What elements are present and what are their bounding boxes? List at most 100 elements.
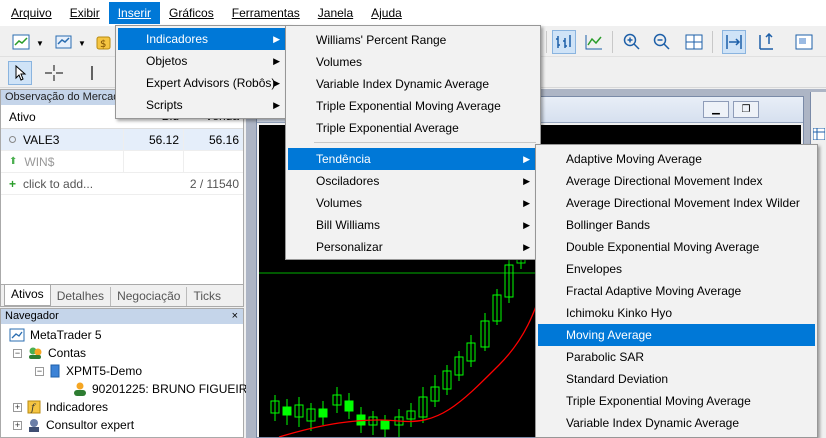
profiles-icon[interactable] — [52, 30, 76, 54]
svg-text:$: $ — [100, 39, 106, 50]
expert-advisor-icon — [29, 419, 39, 432]
menu-item-expert-advisors[interactable]: Expert Advisors (Robôs) ▶ — [118, 72, 288, 94]
menu-item-scripts[interactable]: Scripts ▶ — [118, 94, 288, 116]
status-dot-icon — [9, 136, 16, 143]
ask-value — [183, 151, 243, 172]
symbol-name: WIN$ — [24, 154, 55, 169]
market-icon[interactable]: $ — [92, 30, 116, 54]
restore-button[interactable]: ❐ — [733, 101, 759, 118]
menu-item-tendencia[interactable]: Tendência ▶ — [288, 148, 538, 170]
tab-ativos[interactable]: Ativos — [4, 285, 51, 306]
tree-item-label: MetaTrader 5 — [30, 328, 102, 342]
add-symbol-text: click to add... — [23, 176, 94, 191]
bar-chart-icon[interactable] — [552, 30, 576, 54]
cursor-icon[interactable] — [8, 61, 32, 85]
chart-shift-icon[interactable] — [754, 30, 778, 54]
menu-ferramentas[interactable]: Ferramentas — [223, 2, 309, 24]
up-arrow-icon: ⬆ — [9, 156, 18, 167]
dropdown-arrow-icon[interactable]: ▼ — [78, 39, 86, 48]
tree-item-metatrader[interactable]: MetaTrader 5 — [9, 326, 102, 344]
dropdown-arrow-icon[interactable]: ▼ — [36, 39, 44, 48]
submenu-arrow-icon: ▶ — [523, 154, 530, 164]
menu-item-trix[interactable]: Triple Exponential Average — [288, 117, 538, 139]
menu-item-trend-adaptive-moving-average[interactable]: Adaptive Moving Average — [538, 148, 815, 170]
menu-item-trend-double-exponential-moving-average[interactable]: Double Exponential Moving Average — [538, 236, 815, 258]
menu-item-indicadores[interactable]: Indicadores ▶ — [118, 28, 288, 50]
crosshair-icon[interactable] — [42, 61, 66, 85]
accounts-icon — [29, 347, 42, 359]
table-row[interactable]: VALE3 56.12 56.16 — [1, 129, 243, 151]
new-chart-icon[interactable] — [10, 30, 34, 54]
menu-item-tema[interactable]: Triple Exponential Moving Average — [288, 95, 538, 117]
menu-item-bill-williams[interactable]: Bill Williams ▶ — [288, 214, 538, 236]
menu-item-trend-fractal-adaptive-moving-average[interactable]: Fractal Adaptive Moving Average — [538, 280, 815, 302]
submenu-arrow-icon: ▶ — [523, 198, 530, 208]
menu-exibir[interactable]: Exibir — [61, 2, 109, 24]
tab-ticks[interactable]: Ticks — [187, 287, 227, 306]
metatrader-icon — [9, 328, 25, 342]
tree-item-consultor[interactable]: + Consultor expert — [13, 416, 134, 434]
candle-body — [380, 420, 390, 430]
plus-icon: + — [9, 176, 17, 191]
bid-value — [123, 151, 183, 172]
navigator-panel: Navegador × MetaTrader 5 − Contas − XPMT… — [0, 308, 264, 438]
menu-arquivo[interactable]: Arquivo — [2, 2, 61, 24]
menu-graficos[interactable]: Gráficos — [160, 2, 223, 24]
tree-item-label: XPMT5-Demo — [66, 364, 143, 378]
tab-detalhes[interactable]: Detalhes — [51, 287, 112, 306]
market-watch-panel: Observação do Mercado Ativo Bid Venda VA… — [0, 89, 244, 307]
indicators-icon: f — [27, 400, 41, 414]
menu-item-trend-average-directional-movement-index-wilder[interactable]: Average Directional Movement Index Wilde… — [538, 192, 815, 214]
close-icon[interactable]: × — [232, 309, 238, 324]
user-icon — [74, 382, 86, 396]
auto-scroll-icon[interactable] — [722, 30, 746, 54]
tile-windows-icon[interactable] — [682, 30, 706, 54]
symbol-name: VALE3 — [23, 132, 60, 147]
menu-item-trend-bollinger-bands[interactable]: Bollinger Bands — [538, 214, 815, 236]
add-symbol-row[interactable]: + click to add... 2 / 11540 — [1, 173, 243, 195]
tree-item-contas[interactable]: − Contas — [13, 344, 86, 362]
zoom-in-icon[interactable] — [620, 30, 644, 54]
menu-item-williams[interactable]: Williams' Percent Range — [288, 29, 538, 51]
tab-negociacao[interactable]: Negociação — [111, 287, 188, 306]
tree-item-server[interactable]: − XPMT5-Demo — [35, 362, 142, 380]
tree-item-account[interactable]: 90201225: BRUNO FIGUEIRED — [73, 380, 264, 398]
menu-inserir[interactable]: Inserir — [108, 2, 161, 24]
menu-item-trend-moving-average[interactable]: Moving Average — [538, 324, 815, 346]
menu-item-trend-variable-index-dynamic-average[interactable]: Variable Index Dynamic Average — [538, 412, 815, 434]
menu-item-vidya[interactable]: Variable Index Dynamic Average — [288, 73, 538, 95]
submenu-arrow-icon: ▶ — [273, 34, 280, 44]
collapse-icon[interactable]: − — [35, 366, 44, 376]
menu-item-trend-envelopes[interactable]: Envelopes — [538, 258, 815, 280]
collapse-icon[interactable]: − — [13, 348, 22, 358]
menu-separator — [314, 142, 536, 143]
expand-icon[interactable]: + — [13, 420, 22, 430]
menu-item-osciladores[interactable]: Osciladores ▶ — [288, 170, 538, 192]
vertical-line-icon[interactable] — [80, 61, 104, 85]
submenu-arrow-icon: ▶ — [523, 242, 530, 252]
line-chart-icon[interactable] — [582, 30, 606, 54]
templates-icon[interactable] — [792, 30, 816, 54]
menu-item-trend-triple-exponential-moving-average[interactable]: Triple Exponential Moving Average — [538, 390, 815, 412]
tree-item-indicadores[interactable]: + f Indicadores — [13, 398, 108, 416]
table-row[interactable]: ⬆ WIN$ — [1, 151, 243, 173]
menu-item-trend-parabolic-sar[interactable]: Parabolic SAR — [538, 346, 815, 368]
menu-item-trend-average-directional-movement-index[interactable]: Average Directional Movement Index — [538, 170, 815, 192]
symbol-count: 2 / 11540 — [189, 176, 239, 191]
column-ativo[interactable]: Ativo — [1, 110, 123, 124]
menu-item-objetos[interactable]: Objetos ▶ — [118, 50, 288, 72]
market-watch-tabs: Ativos Detalhes Negociação Ticks — [1, 284, 243, 306]
menu-item-volumes[interactable]: Volumes — [288, 51, 538, 73]
menu-item-trend-ichimoku-kinko-hyo[interactable]: Ichimoku Kinko Hyo — [538, 302, 815, 324]
menu-item-trend-standard-deviation[interactable]: Standard Deviation — [538, 368, 815, 390]
zoom-out-icon[interactable] — [650, 30, 674, 54]
menu-item-personalizar[interactable]: Personalizar ▶ — [288, 236, 538, 258]
expand-icon[interactable]: + — [13, 402, 22, 412]
minimize-button[interactable]: ▁ — [703, 101, 729, 118]
submenu-arrow-icon: ▶ — [273, 56, 280, 66]
menu-item-volumes-category[interactable]: Volumes ▶ — [288, 192, 538, 214]
server-icon — [50, 364, 60, 378]
menu-janela[interactable]: Janela — [309, 2, 362, 24]
tree-item-label: 90201225: BRUNO FIGUEIRED — [92, 382, 265, 396]
menu-ajuda[interactable]: Ajuda — [362, 2, 411, 24]
